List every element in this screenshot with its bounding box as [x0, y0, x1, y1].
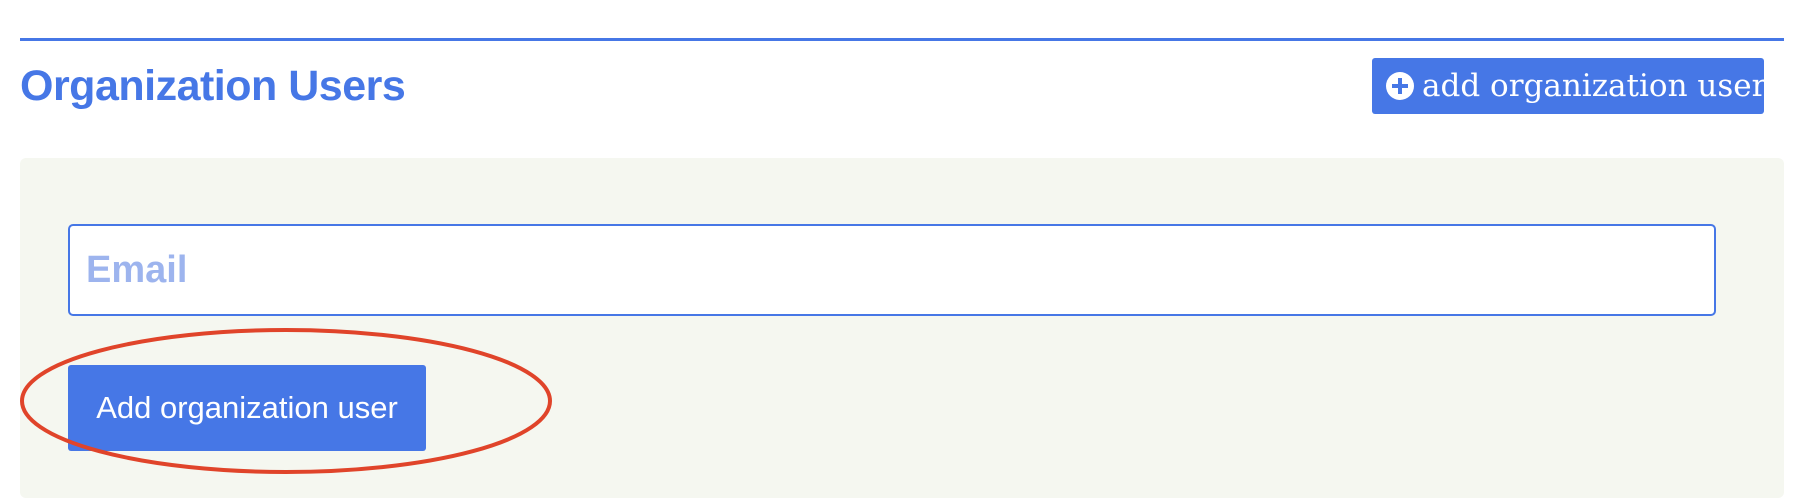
plus-circle-icon — [1386, 72, 1414, 100]
add-organization-user-header-button[interactable]: add organization user — [1372, 58, 1767, 114]
header-divider — [20, 38, 1784, 41]
add-organization-user-header-label: add organization user — [1422, 68, 1767, 104]
email-input[interactable] — [68, 224, 1716, 316]
add-organization-user-submit-button[interactable]: Add organization user — [68, 365, 426, 451]
page-title: Organization Users — [20, 62, 406, 110]
